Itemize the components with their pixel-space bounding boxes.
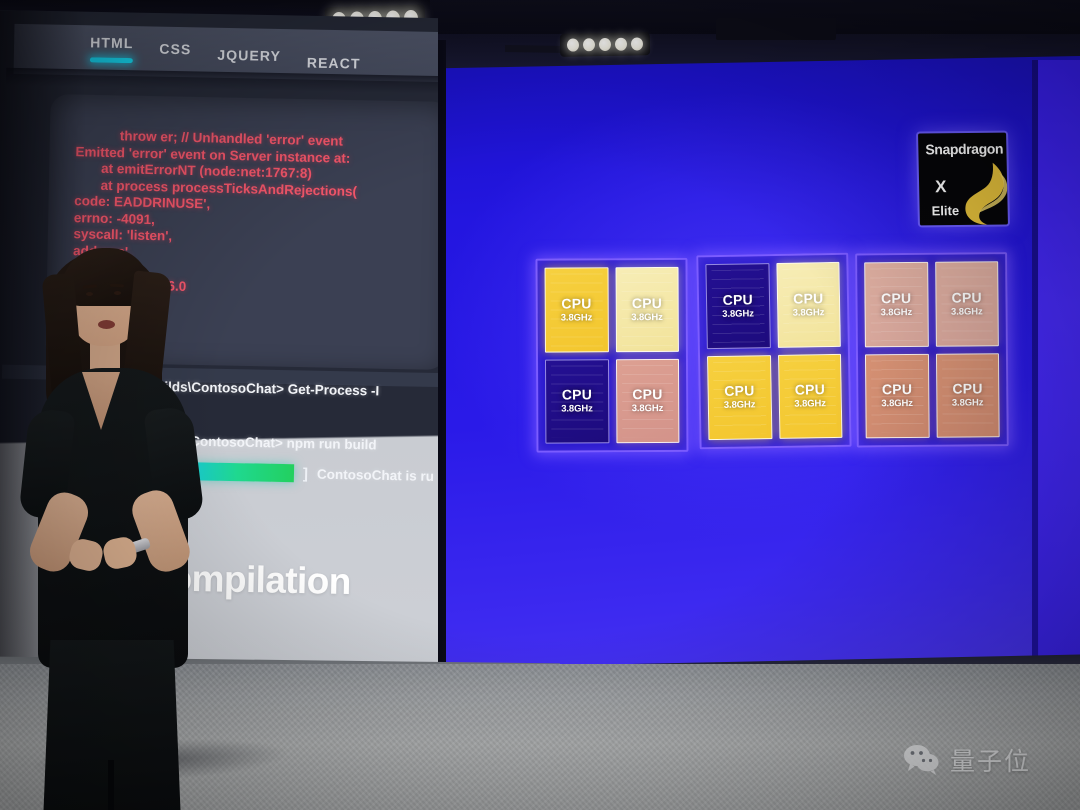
progress-bracket: ] [302,464,309,482]
cpu-core-freq: 3.8GHz [792,306,825,319]
cpu-core: CPU 3.8GHz [615,266,679,352]
tab-jquery[interactable]: JQUERY [217,47,281,64]
wechat-icon [904,745,939,775]
cpu-core-freq: 3.8GHz [950,306,983,318]
build-status-text: ContosoChat is ru [316,466,435,484]
cpu-core-freq: 3.8GHz [722,308,754,320]
cpu-core-label: CPU [951,289,982,306]
cpu-core-label: CPU [794,381,826,398]
presenter-person [0,240,230,810]
tab-react[interactable]: REACT [307,54,361,71]
blue-side-panel [1038,60,1080,675]
cpu-cluster-1: CPU 3.8GHz CPU 3.8GHz CPU 3.8GHz CPU 3.8… [535,257,689,453]
snapdragon-model-tier: Elite [931,203,960,219]
cpu-core-freq: 3.8GHz [631,311,663,323]
watermark-text: 量子位 [950,747,1032,776]
presenter-eye [86,292,93,296]
light-bulb [566,38,580,52]
cpu-core-freq: 3.8GHz [561,403,593,415]
cpu-core-freq: 3.8GHz [881,398,913,410]
cpu-core: CPU 3.8GHz [935,352,1000,438]
cpu-cluster-diagram: CPU 3.8GHz CPU 3.8GHz CPU 3.8GHz CPU 3.8… [535,252,1016,460]
light-bulb [630,37,644,51]
cpu-core: CPU 3.8GHz [777,353,843,439]
cpu-cluster-2: CPU 3.8GHz CPU 3.8GHz CPU 3.8GHz CPU 3.8… [696,252,852,450]
tab-css[interactable]: CSS [159,41,191,58]
light-bulb [614,37,628,51]
cpu-core-label: CPU [561,295,592,312]
light-bulb [598,37,612,52]
presenter-eye [114,291,121,295]
light-bulb [582,38,596,52]
cpu-core-label: CPU [881,381,913,398]
cpu-core-label: CPU [561,386,593,403]
cpu-core-freq: 3.8GHz [631,403,664,415]
active-tab-underline [89,57,134,64]
cpu-core: CPU 3.8GHz [615,358,680,444]
presenter-mouth [98,320,115,329]
ceiling-equipment-box [716,18,836,40]
cpu-core-freq: 3.8GHz [723,399,756,412]
cpu-core: CPU 3.8GHz [864,353,930,439]
watermark: 量子位 [903,742,1031,778]
cpu-core-label: CPU [793,289,824,307]
cpu-core-freq: 3.8GHz [794,398,827,410]
cpu-core: CPU 3.8GHz [544,267,609,353]
cpu-cluster-3: CPU 3.8GHz CPU 3.8GHz CPU 3.8GHz CPU 3.8… [855,252,1009,448]
tab-label: JQUERY [217,46,282,64]
cpu-core-freq: 3.8GHz [880,306,913,319]
presenter-dress-slit [108,760,114,810]
cpu-core-label: CPU [631,294,663,311]
cpu-core: CPU 3.8GHz [544,358,609,444]
cpu-core-label: CPU [722,291,753,308]
cpu-core-freq: 3.8GHz [560,312,593,324]
cpu-core: CPU 3.8GHz [705,263,771,349]
snapdragon-model-x: X [934,177,947,197]
cpu-core: CPU 3.8GHz [864,261,929,347]
snapdragon-brand-text: Snapdragon [925,140,1004,158]
tab-label: CSS [159,40,192,58]
ceiling-light-right [559,32,651,57]
cpu-core-label: CPU [724,382,755,400]
snapdragon-logo: Snapdragon X Elite [915,130,1011,228]
cpu-core-freq: 3.8GHz [951,397,984,409]
tab-label: REACT [306,54,361,72]
tab-html[interactable]: HTML [89,34,134,64]
cpu-core: CPU 3.8GHz [775,261,841,348]
cpu-core: CPU 3.8GHz [707,354,772,441]
cpu-core-label: CPU [952,380,983,397]
stage-photo-scene: Snapdragon X Elite CPU 3.8GHz CPU 3.8GHz… [0,0,1080,810]
cpu-core: CPU 3.8GHz [934,261,999,347]
cpu-core-label: CPU [632,386,663,403]
cpu-core-label: CPU [881,289,912,306]
tab-label: HTML [90,34,134,52]
